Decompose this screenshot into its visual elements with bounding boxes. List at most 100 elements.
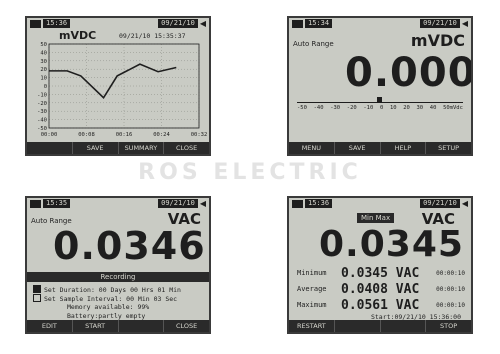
clock-date: 09/21/10 — [420, 19, 460, 28]
scale-label: -50 — [297, 105, 307, 111]
memory-available: Memory available: 99% — [67, 303, 150, 311]
bargraph-axis — [297, 102, 463, 103]
softkey-bar: MENU SAVE HELP SETUP — [289, 142, 471, 154]
status-bar: 15:35 09/21/10 ◀ — [27, 198, 209, 209]
speaker-icon: ◀ — [461, 19, 468, 28]
speaker-icon: ◀ — [199, 19, 206, 28]
mvdc-screen: 15:34 09/21/10◀ Auto Range mVDC 0.0000 -… — [287, 16, 473, 156]
maximum-time: 00:00:10 — [436, 302, 465, 309]
close-button[interactable]: CLOSE — [163, 320, 209, 332]
reading-value: 0.0345 — [319, 224, 464, 265]
softkey-3[interactable] — [117, 320, 164, 332]
scale-label: 40 — [429, 105, 437, 111]
scale-label: -40 — [313, 105, 324, 111]
scale-label: 0 — [379, 105, 384, 111]
minimum-time: 00:00:10 — [436, 270, 465, 277]
interval-checkbox[interactable] — [33, 294, 41, 302]
softkey-1[interactable] — [27, 142, 72, 154]
edit-button[interactable]: EDIT — [27, 320, 72, 332]
x-tick-label: 00:08 — [78, 132, 95, 138]
range-mode: Auto Range — [293, 40, 334, 48]
minmax-badge: Min Max — [357, 213, 395, 223]
close-button[interactable]: CLOSE — [163, 142, 209, 154]
duration-checkbox[interactable] — [33, 285, 41, 293]
status-bar: 15:34 09/21/10 ◀ — [289, 18, 471, 29]
trend-chart: 50403020100-10-20-30-40-50 00:00 00:08 00:… — [37, 42, 208, 138]
interval-text: Set Sample Interval: 00 Min 03 Sec — [44, 295, 178, 303]
x-tick-label: 00:00 — [41, 132, 58, 138]
battery-icon — [30, 199, 41, 208]
reading-value: 0.0346 — [53, 224, 206, 268]
clock-date: 09/21/10 — [158, 199, 198, 208]
softkey-bar: EDIT START CLOSE — [27, 320, 209, 332]
battery-icon — [30, 19, 41, 28]
scale-label: 30 — [416, 105, 424, 111]
y-tick-label: 30 — [40, 59, 47, 65]
average-time: 00:00:10 — [436, 286, 465, 293]
x-tick-label: 00:16 — [116, 132, 133, 138]
save-button[interactable]: SAVE — [333, 142, 380, 154]
minimum-value: 0.0345 VAC — [341, 266, 420, 281]
status-bar: 15:36 09/21/10 ◀ — [289, 198, 471, 209]
average-value: 0.0408 VAC — [341, 282, 420, 297]
scale-label: 50mVdc — [443, 105, 463, 111]
x-tick-label: 00:24 — [153, 132, 170, 138]
minmax-screen: 15:36 09/21/10 ◀ Min Max VAC 0.0345 Minim… — [287, 196, 473, 334]
bargraph: -50 -40 -30 -20 -10 0 10 20 30 40 50mVdc — [297, 97, 463, 114]
y-tick-label: -20 — [37, 101, 47, 107]
setup-button[interactable]: SETUP — [425, 142, 471, 154]
duration-row[interactable]: Set Duration: 00 Days 00 Hrs 01 Min — [33, 285, 181, 294]
maximum-label: Maximum — [297, 301, 327, 309]
clock-date: 09/21/10 — [158, 19, 198, 28]
clock-time: 15:36 — [305, 199, 333, 208]
maximum-row: Maximum 0.0561 VAC 00:00:10 — [297, 298, 465, 313]
scale-label: -10 — [363, 105, 374, 111]
summary-button[interactable]: SUMMARY — [117, 142, 164, 154]
stop-button[interactable]: STOP — [425, 320, 471, 332]
softkey-bar: RESTART STOP — [289, 320, 471, 332]
speaker-icon: ◀ — [461, 199, 468, 208]
y-tick-label: -30 — [37, 109, 47, 115]
restart-button[interactable]: RESTART — [289, 320, 334, 332]
softkey-2[interactable] — [333, 320, 380, 332]
y-tick-label: 40 — [40, 50, 47, 56]
scale-label: -20 — [346, 105, 357, 111]
duration-text: Set Duration: 00 Days 00 Hrs 01 Min — [44, 286, 181, 294]
y-tick-label: -40 — [37, 118, 47, 124]
softkey-3[interactable] — [379, 320, 426, 332]
reading-value: 0.0000 — [345, 50, 471, 96]
battery-status: Battery:partly empty — [67, 312, 146, 320]
menu-button[interactable]: MENU — [289, 142, 334, 154]
clock-time: 15:36 — [43, 19, 71, 28]
start-button[interactable]: START — [71, 320, 118, 332]
softkey-bar: SAVE SUMMARY CLOSE — [27, 142, 209, 154]
recording-title: Recording — [27, 272, 209, 282]
minimum-label: Minimum — [297, 269, 327, 277]
interval-row[interactable]: Set Sample Interval: 00 Min 03 Sec — [33, 294, 177, 303]
clock-time: 15:34 — [305, 19, 333, 28]
chart-timestamp: 09/21/10 15:35:37 — [119, 32, 186, 40]
battery-icon — [292, 19, 303, 28]
average-row: Average 0.0408 VAC 00:00:10 — [297, 282, 465, 297]
y-tick-label: 20 — [40, 67, 47, 73]
recording-screen: 15:35 09/21/10 ◀ Auto Range VAC 0.0346 Re… — [25, 196, 211, 334]
scale-label: 10 — [389, 105, 397, 111]
save-button[interactable]: SAVE — [71, 142, 118, 154]
minimum-row: Minimum 0.0345 VAC 00:00:10 — [297, 266, 465, 281]
y-tick-label: 0 — [44, 84, 47, 90]
y-tick-label: -10 — [37, 92, 47, 98]
maximum-value: 0.0561 VAC — [341, 298, 420, 313]
x-tick-label: 00:32 — [191, 132, 208, 138]
scale-label: -30 — [330, 105, 341, 111]
status-bar: 15:36 09/21/10 ◀ — [27, 18, 209, 29]
watermark: ROS ELECTRIC — [138, 160, 362, 185]
clock-date: 09/21/10 — [420, 199, 460, 208]
bargraph-indicator — [376, 97, 382, 102]
trend-screen: 15:36 09/21/10 ◀ mVDC 09/21/10 15:35:37 5… — [25, 16, 211, 156]
unit-label: mVDC — [410, 31, 465, 50]
bargraph-scale: -50 -40 -30 -20 -10 0 10 20 30 40 50mVdc — [297, 105, 463, 111]
scale-label: 20 — [403, 105, 410, 111]
battery-icon — [292, 199, 303, 208]
average-label: Average — [297, 285, 327, 293]
help-button[interactable]: HELP — [379, 142, 426, 154]
